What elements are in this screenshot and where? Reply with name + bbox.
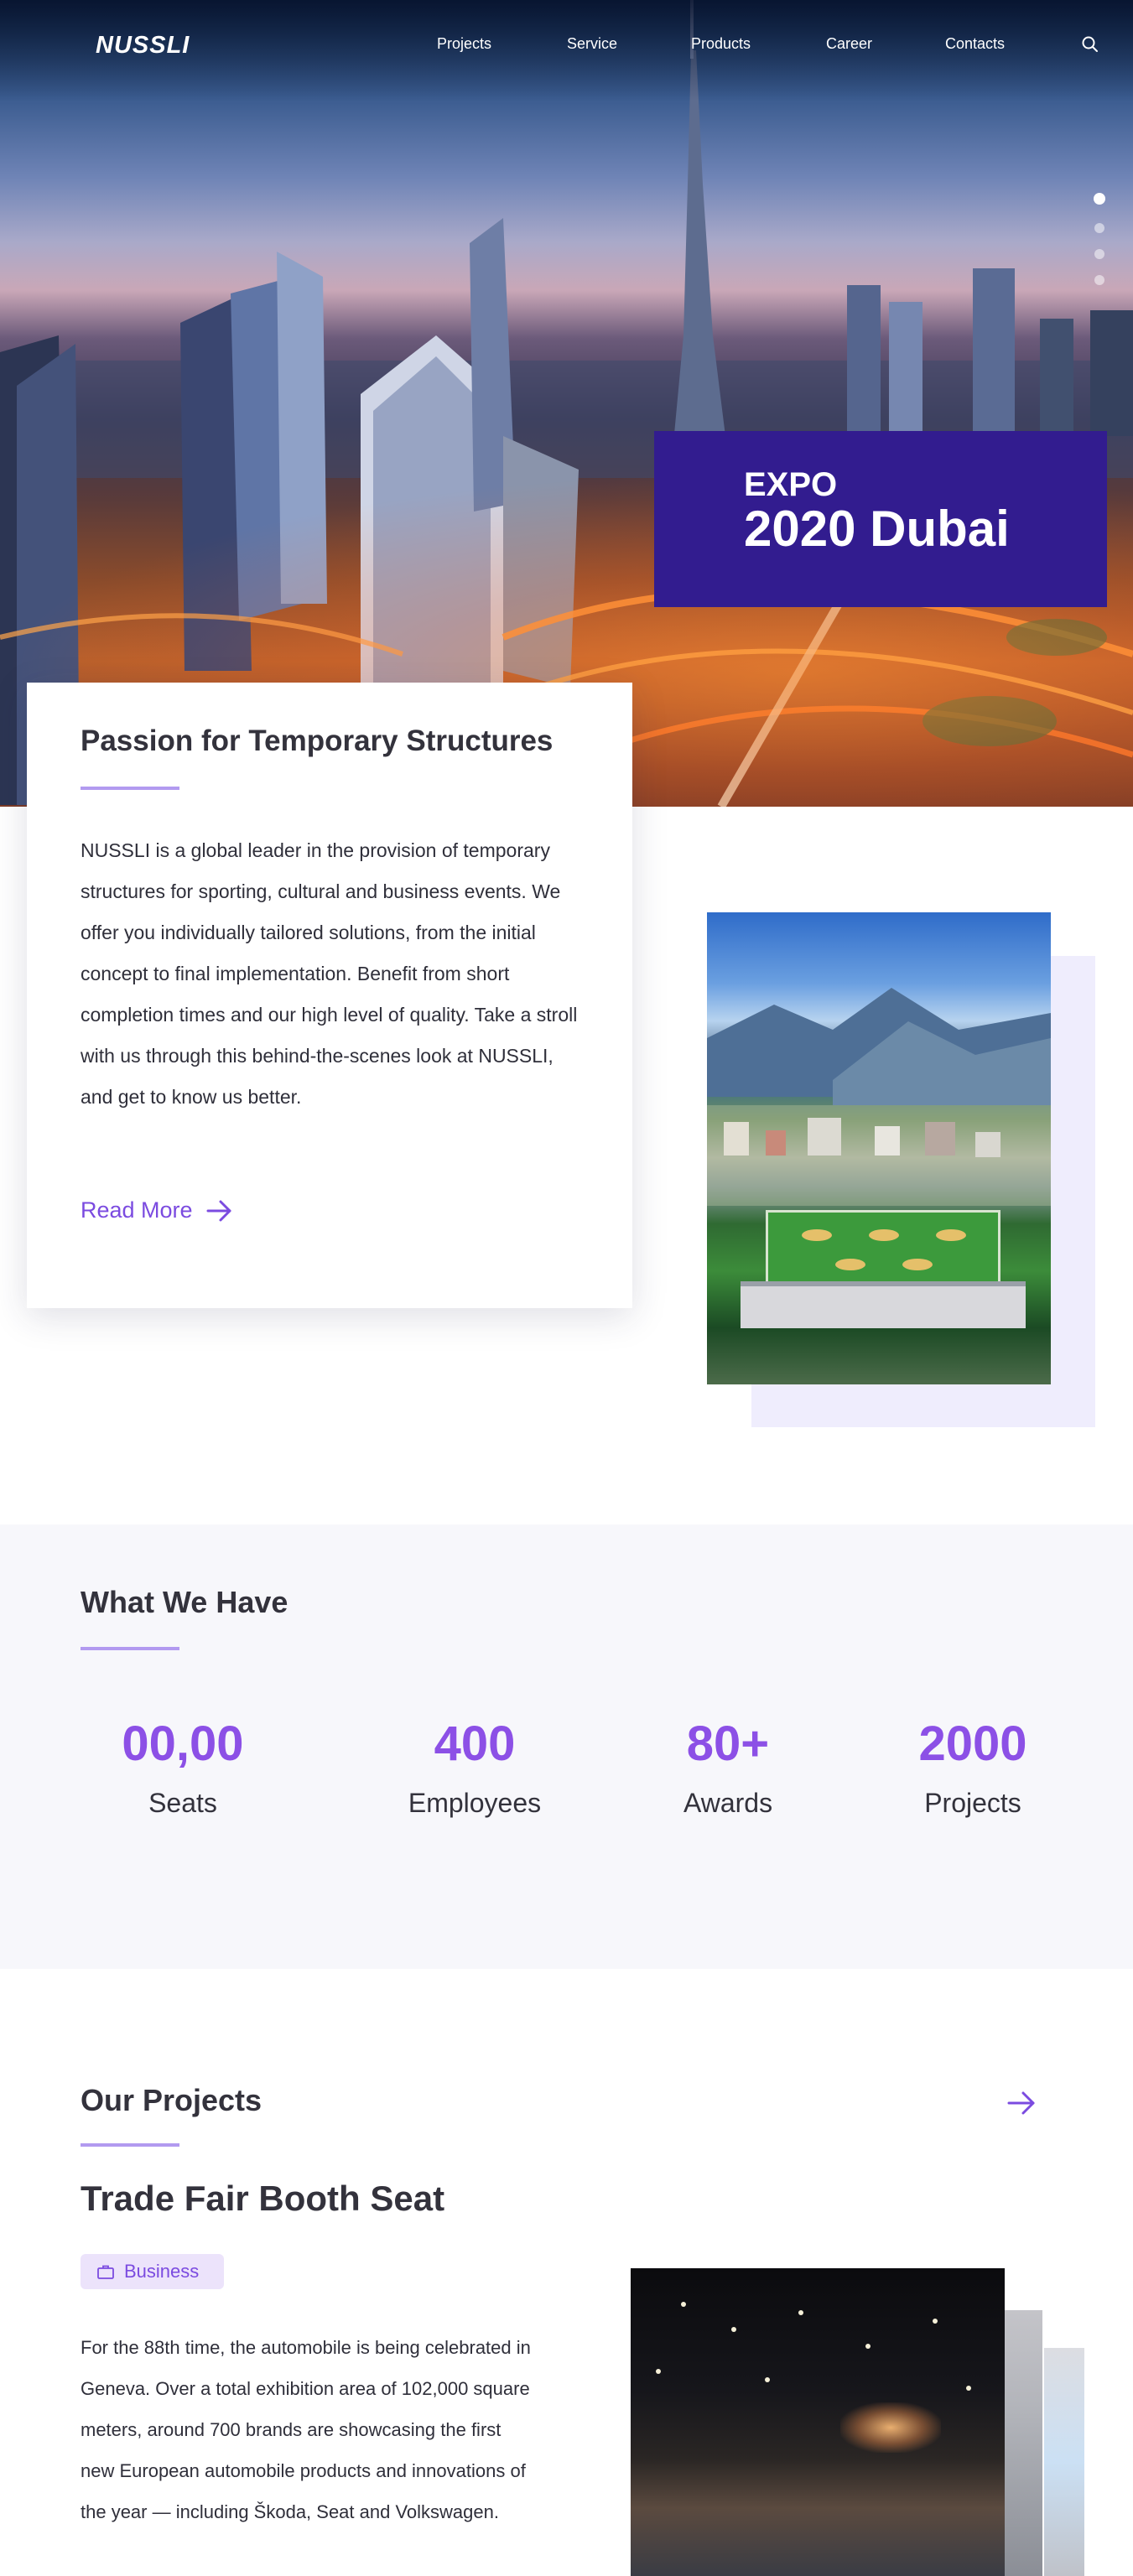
slider-dot-3[interactable] xyxy=(1094,249,1104,259)
ceiling-light xyxy=(765,2377,770,2382)
field-marker xyxy=(869,1229,899,1241)
ceiling-light xyxy=(865,2344,871,2349)
ceiling-light xyxy=(966,2386,971,2391)
briefcase-icon xyxy=(97,2265,114,2279)
slider-dot-4[interactable] xyxy=(1094,275,1104,285)
search-icon[interactable] xyxy=(1081,35,1099,54)
slider-dot-1[interactable] xyxy=(1094,193,1105,205)
ceiling-light xyxy=(798,2310,803,2315)
intro-card: Passion for Temporary Structures NUSSLI … xyxy=(27,683,632,1308)
project-slide-image[interactable] xyxy=(631,2268,1005,2576)
slider-dot-2[interactable] xyxy=(1094,223,1104,233)
arrow-right-icon xyxy=(206,1200,231,1221)
stats-title: What We Have xyxy=(81,1585,288,1619)
chandelier-lights xyxy=(840,2402,941,2453)
field-marker xyxy=(936,1229,966,1241)
stat-value-awards: 80+ xyxy=(686,1716,770,1771)
stats-title-underline xyxy=(81,1647,179,1650)
hero-slider-dots xyxy=(1094,193,1106,293)
stat-value-employees: 400 xyxy=(434,1716,516,1771)
stadium-stand xyxy=(741,1281,1026,1328)
read-more-label: Read More xyxy=(81,1197,193,1223)
stat-label-awards: Awards xyxy=(683,1788,773,1818)
stat-label-seats: Seats xyxy=(148,1788,217,1818)
projects-arrow-right-icon[interactable] xyxy=(1006,2088,1037,2118)
project-body: For the 88th time, the automobile is bei… xyxy=(81,2337,531,2522)
nav-item-service[interactable]: Service xyxy=(567,35,617,53)
nav-item-career[interactable]: Career xyxy=(826,35,872,53)
stat-value-seats: 00,00 xyxy=(122,1716,244,1771)
project-slide-background-1[interactable] xyxy=(1002,2310,1042,2576)
nav-item-products[interactable]: Products xyxy=(691,35,751,53)
expo-title: 2020 Dubai xyxy=(744,501,1010,557)
title-underline xyxy=(81,787,179,790)
ceiling-light xyxy=(731,2327,736,2332)
read-more-link[interactable]: Read More xyxy=(81,1197,233,1223)
top-navigation: NUSSLI Projects Service Products Career … xyxy=(0,0,1133,89)
expo-label: EXPO xyxy=(744,466,838,503)
stat-label-employees: Employees xyxy=(408,1788,542,1818)
stat-label-projects: Projects xyxy=(924,1788,1021,1818)
category-badge[interactable]: Business xyxy=(81,2254,224,2289)
ceiling-light xyxy=(681,2302,686,2307)
field-marker xyxy=(802,1229,832,1241)
intro-body: NUSSLI is a global leader in the provisi… xyxy=(81,839,578,1108)
ceiling-light xyxy=(656,2369,661,2374)
brand-logo[interactable]: NUSSLI xyxy=(96,32,190,60)
field-marker xyxy=(902,1259,933,1270)
project-slide-background-2[interactable] xyxy=(1044,2348,1084,2576)
project-name[interactable]: Trade Fair Booth Seat xyxy=(81,2179,444,2219)
field-marker xyxy=(835,1259,865,1270)
projects-title: Our Projects xyxy=(81,2083,262,2117)
stadium-image xyxy=(707,912,1051,1384)
category-badge-label: Business xyxy=(124,2261,200,2282)
intro-title: Passion for Temporary Structures xyxy=(81,724,554,757)
nav-item-contacts[interactable]: Contacts xyxy=(945,35,1005,53)
projects-title-underline xyxy=(81,2143,179,2147)
stat-value-projects: 2000 xyxy=(918,1716,1027,1771)
ceiling-light xyxy=(933,2319,938,2324)
stats-section: What We Have 00,00 Seats 400 Employees 8… xyxy=(0,1524,1133,1969)
expo-banner[interactable]: EXPO 2020 Dubai xyxy=(654,431,1107,607)
nav-item-projects[interactable]: Projects xyxy=(437,35,491,53)
